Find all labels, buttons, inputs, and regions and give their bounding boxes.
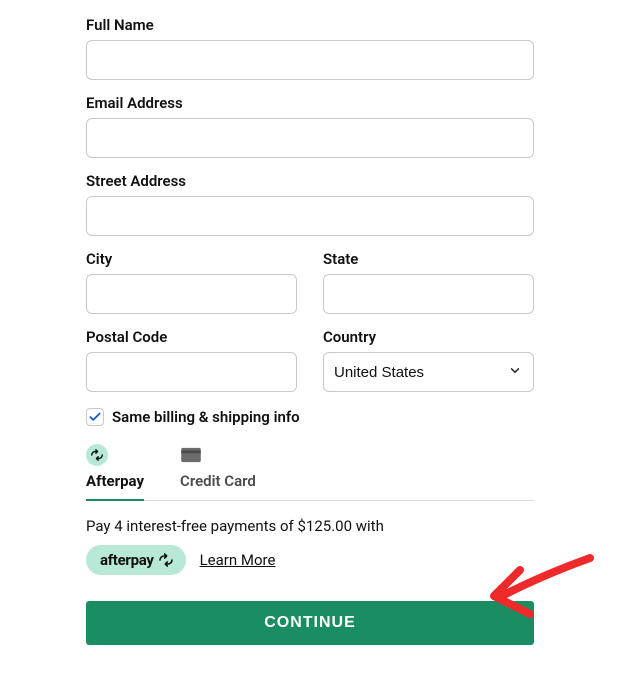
same-billing-label: Same billing & shipping info	[112, 408, 300, 426]
postal-label: Postal Code	[86, 328, 297, 346]
afterpay-loop-icon	[86, 444, 108, 466]
postal-input[interactable]	[86, 352, 297, 392]
tab-afterpay-label: Afterpay	[86, 472, 144, 490]
city-label: City	[86, 250, 297, 268]
email-input[interactable]	[86, 118, 534, 158]
full-name-input[interactable]	[86, 40, 534, 80]
learn-more-link[interactable]: Learn More	[200, 551, 276, 569]
afterpay-message: Pay 4 interest-free payments of $125.00 …	[86, 517, 534, 535]
afterpay-row: afterpay Learn More	[86, 545, 534, 575]
field-city: City	[86, 250, 297, 314]
state-input[interactable]	[323, 274, 534, 314]
continue-button[interactable]: CONTINUE	[86, 601, 534, 645]
checkout-form: Full Name Email Address Street Address C…	[0, 0, 620, 645]
credit-card-icon	[180, 444, 202, 466]
field-postal: Postal Code	[86, 328, 297, 392]
field-state: State	[323, 250, 534, 314]
tab-afterpay[interactable]: Afterpay	[86, 444, 144, 500]
field-street: Street Address	[86, 172, 534, 236]
same-billing-row[interactable]: Same billing & shipping info	[86, 408, 534, 426]
field-full-name: Full Name	[86, 16, 534, 80]
country-select[interactable]: United States	[323, 352, 534, 392]
city-input[interactable]	[86, 274, 297, 314]
afterpay-loop-icon	[158, 552, 174, 568]
afterpay-badge-text: afterpay	[100, 551, 154, 569]
payment-tabs: Afterpay Credit Card	[86, 444, 534, 501]
street-label: Street Address	[86, 172, 534, 190]
field-country: Country United States	[323, 328, 534, 392]
street-input[interactable]	[86, 196, 534, 236]
tab-credit-card-label: Credit Card	[180, 472, 256, 490]
field-email: Email Address	[86, 94, 534, 158]
email-label: Email Address	[86, 94, 534, 112]
state-label: State	[323, 250, 534, 268]
afterpay-badge: afterpay	[86, 545, 186, 575]
full-name-label: Full Name	[86, 16, 534, 34]
same-billing-checkbox[interactable]	[86, 408, 104, 426]
tab-credit-card[interactable]: Credit Card	[180, 444, 256, 500]
country-label: Country	[323, 328, 534, 346]
